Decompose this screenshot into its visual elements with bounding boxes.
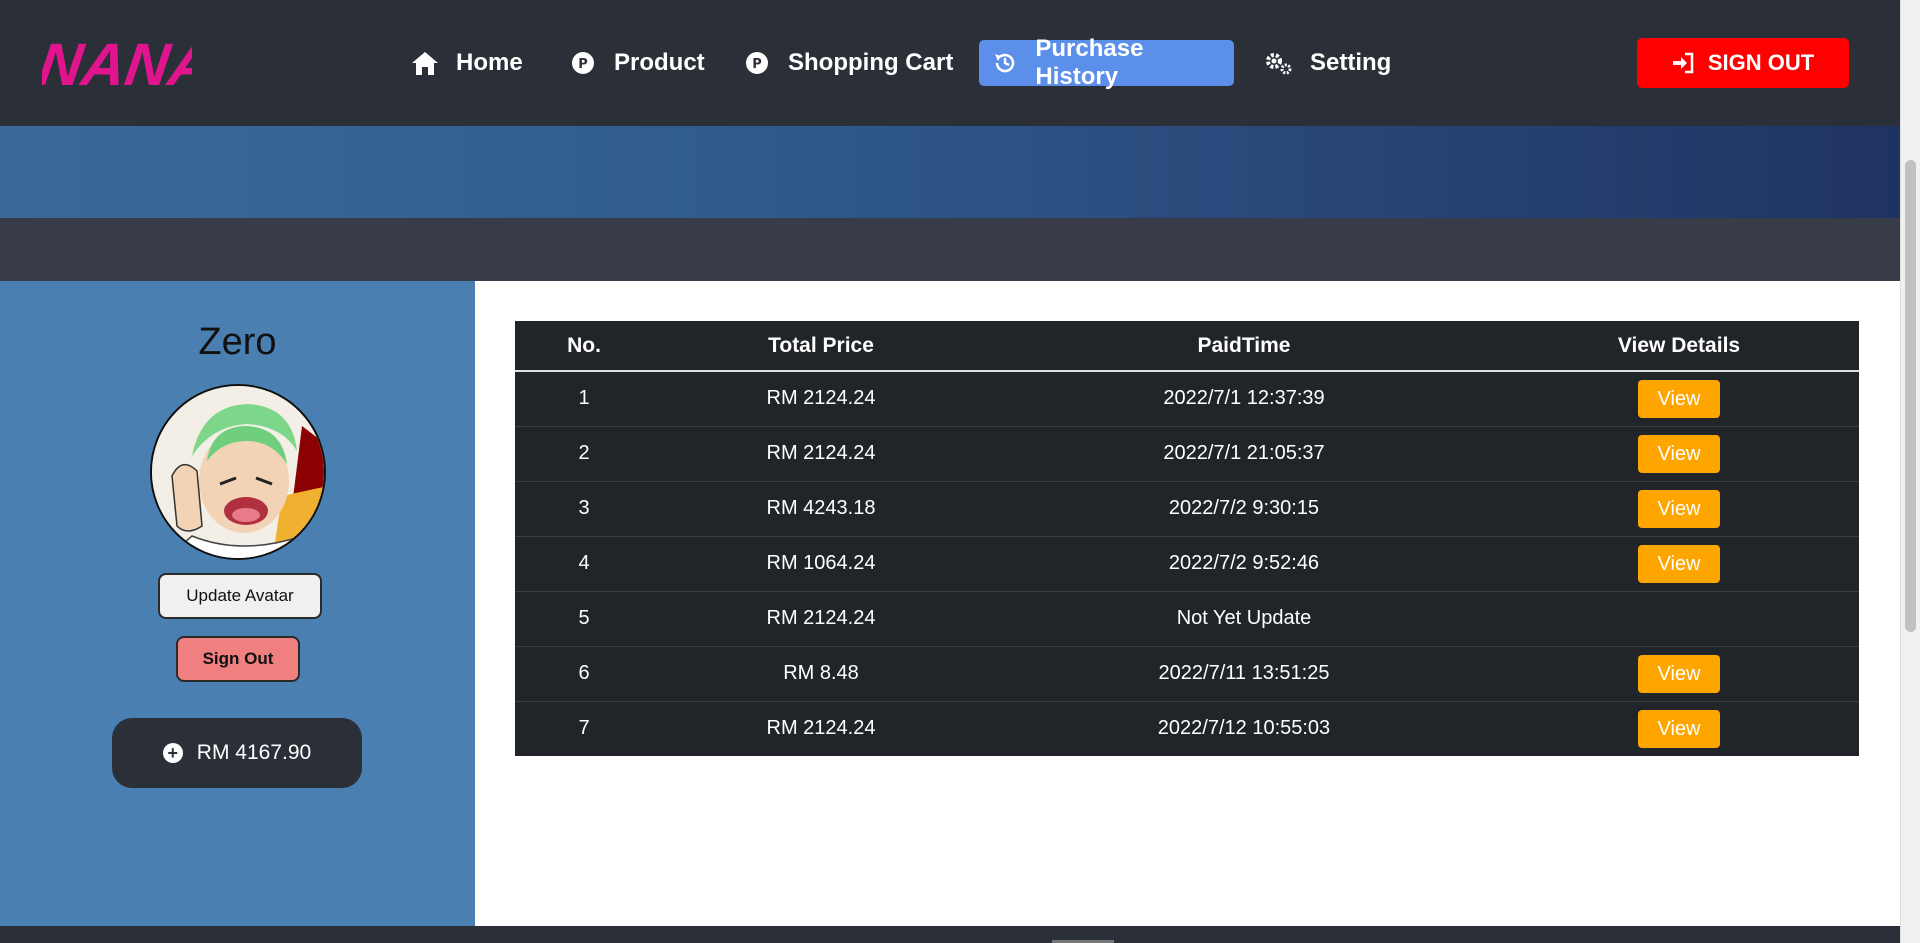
view-details-button[interactable]: View [1638,709,1720,748]
row-total-price: RM 2124.24 [653,590,989,646]
sign-out-button[interactable]: Sign Out [176,636,300,682]
row-paid-time: Not Yet Update [989,590,1499,646]
cart-icon: P [742,48,772,78]
table-header-row: No. Total Price PaidTime View Details [515,321,1859,372]
nav-product-label: Product [614,49,705,76]
row-number: 4 [515,535,653,591]
nana-logo-graphic: NANA [42,30,192,96]
view-details-button[interactable]: View [1638,544,1720,583]
home-icon [410,48,440,78]
view-details-button[interactable]: View [1638,654,1720,693]
row-total-price: RM 4243.18 [653,480,989,536]
table-row: 5 RM 2124.24 Not Yet Update [515,590,1859,646]
nav-product[interactable]: P Product [568,40,705,86]
nav-shopping-cart-label: Shopping Cart [788,49,954,76]
nav-home-label: Home [456,49,523,76]
row-paid-time: 2022/7/2 9:52:46 [989,535,1499,591]
history-icon [991,48,1019,78]
row-number: 7 [515,700,653,756]
purchase-history-table: No. Total Price PaidTime View Details 1 … [515,321,1859,756]
plus-circle-icon: + [162,743,183,763]
column-header-paid-time: PaidTime [989,321,1499,372]
nav-home[interactable]: Home [410,40,523,86]
table-row: 7 RM 2124.24 2022/7/12 10:55:03 View [515,700,1859,756]
row-actions: View [1499,371,1859,426]
svg-text:P: P [752,57,762,72]
page: NANA Home P Product P Shopping Cart Purc… [0,0,1920,943]
row-actions: View [1499,425,1859,481]
sign-in-arrow-icon [1672,52,1694,74]
svg-text:P: P [578,57,588,72]
view-details-button[interactable]: View [1638,434,1720,473]
svg-text:NANA: NANA [42,30,192,96]
row-paid-time: 2022/7/1 12:37:39 [1163,387,1325,410]
column-header-no: No. [515,321,653,372]
avatar [150,384,326,560]
table-row: 2 RM 2124.24 2022/7/1 21:05:37 View [515,425,1859,481]
banner-strip [0,218,1900,281]
row-actions: View [1499,480,1859,536]
row-paid-time: 2022/7/1 21:05:37 [989,425,1499,481]
nav-purchase-history[interactable]: Purchase History [979,35,1234,90]
row-number: 5 [515,590,653,646]
table-row: 1 RM 2124.24 2022/7/1 12:37:39 View [515,371,1859,426]
row-total-price: RM 8.48 [653,645,989,701]
product-icon: P [568,48,598,78]
sign-out-button-header[interactable]: SIGN OUT [1637,38,1849,88]
row-actions: View [1499,700,1859,756]
wallet-balance: RM 4167.90 [196,741,312,764]
table-row: 3 RM 4243.18 2022/7/2 9:30:15 View [515,480,1859,536]
table-row: 6 RM 8.48 2022/7/11 13:51:25 View [515,645,1859,701]
row-total-price: RM 1064.24 [653,535,989,591]
row-total-price: RM 2124.24 [653,700,989,756]
avatar-image [152,386,324,558]
row-paid-time: 2022/7/2 9:30:15 [989,480,1499,536]
nav-setting-label: Setting [1310,49,1392,76]
row-actions [1499,590,1859,646]
row-number: 1 [578,387,590,410]
nana-logo[interactable]: NANA [42,30,192,96]
row-number: 6 [515,645,653,701]
username: Zero [198,321,277,363]
row-total-price: RM 2124.24 [766,387,876,410]
row-paid-time: 2022/7/12 10:55:03 [989,700,1499,756]
profile-panel: Zero Update Avatar Sign Out + RM 4167.90 [0,281,475,926]
gears-icon [1264,48,1294,78]
row-total-price: RM 2124.24 [653,425,989,481]
wallet-balance-button[interactable]: + RM 4167.90 [112,718,362,788]
sign-out-header-label: SIGN OUT [1707,50,1815,75]
column-header-total-price: Total Price [653,321,989,372]
footer-bar [0,926,1900,943]
row-paid-time: 2022/7/11 13:51:25 [989,645,1499,701]
nav-shopping-cart[interactable]: P Shopping Cart [742,40,953,86]
row-number: 3 [515,480,653,536]
view-details-button[interactable]: View [1638,379,1720,418]
update-avatar-button[interactable]: Update Avatar [158,573,322,619]
nav-setting[interactable]: Setting [1264,40,1391,86]
scrollbar-thumb[interactable] [1905,160,1916,632]
row-number: 2 [515,425,653,481]
row-actions: View [1499,535,1859,591]
top-navbar: NANA Home P Product P Shopping Cart Purc… [0,0,1900,126]
row-actions: View [1499,645,1859,701]
hero-banner [0,126,1900,218]
nav-purchase-history-label: Purchase History [1035,35,1144,90]
view-details-button[interactable]: View [1638,489,1720,528]
table-row: 4 RM 1064.24 2022/7/2 9:52:46 View [515,535,1859,591]
column-header-view-details: View Details [1499,321,1859,372]
